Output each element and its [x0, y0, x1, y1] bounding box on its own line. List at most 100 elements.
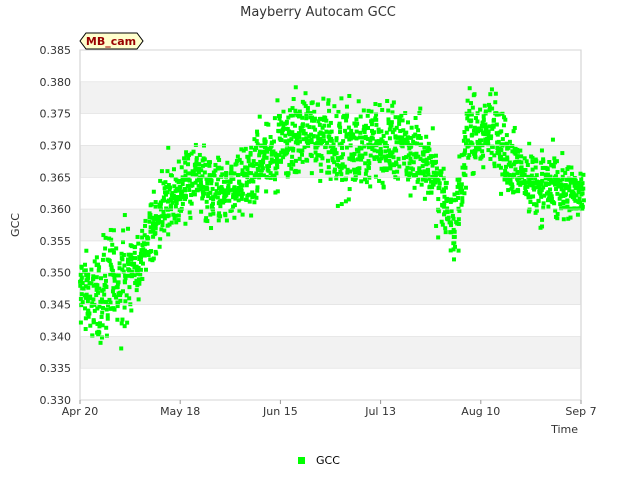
data-point [215, 195, 220, 200]
data-point [252, 200, 257, 205]
data-point [540, 224, 545, 229]
data-point [529, 154, 534, 159]
data-point [142, 242, 147, 247]
data-point [466, 155, 471, 160]
data-point [405, 165, 410, 170]
data-point [158, 237, 163, 242]
data-point [114, 285, 119, 290]
data-point [110, 242, 115, 247]
data-point [318, 162, 323, 167]
data-point [91, 277, 96, 282]
data-point [461, 138, 466, 143]
data-point [105, 313, 110, 318]
y-tick-label: 0.355 [40, 235, 72, 248]
data-point [271, 139, 276, 144]
data-point [529, 194, 534, 199]
data-point [192, 192, 197, 197]
data-point [171, 193, 176, 198]
data-point [580, 191, 585, 196]
data-point [193, 142, 198, 147]
data-point [129, 308, 134, 313]
data-point [581, 172, 586, 177]
data-point [191, 149, 196, 154]
data-point [469, 133, 474, 138]
data-point [198, 181, 203, 186]
data-point [393, 146, 398, 151]
data-point [200, 174, 205, 179]
data-point [178, 184, 183, 189]
data-point [560, 151, 565, 156]
data-point [383, 149, 388, 154]
data-point [339, 96, 344, 101]
data-point [89, 267, 94, 272]
data-point [422, 174, 427, 179]
data-point [103, 246, 108, 251]
data-point [501, 123, 506, 128]
data-point [285, 174, 290, 179]
y-tick-label: 0.350 [40, 267, 72, 280]
y-tick-label: 0.370 [40, 139, 72, 152]
data-point [367, 142, 372, 147]
site-tag: MB_cam [79, 32, 144, 50]
data-point [357, 135, 362, 140]
data-point [333, 147, 338, 152]
data-point [363, 151, 368, 156]
data-point [200, 196, 205, 201]
data-point [359, 157, 364, 162]
data-point [142, 233, 147, 238]
data-point [122, 263, 127, 268]
data-point [83, 327, 88, 332]
x-tick-label: Jun 15 [262, 405, 298, 418]
legend-swatch-gcc [298, 457, 305, 464]
data-point [467, 86, 472, 91]
data-point [224, 218, 229, 223]
data-point [522, 156, 527, 161]
data-point [479, 138, 484, 143]
x-tick-label: Apr 20 [62, 405, 99, 418]
data-point [344, 118, 349, 123]
data-point [138, 267, 143, 272]
data-point [203, 218, 208, 223]
data-point [247, 199, 252, 204]
data-point [372, 148, 377, 153]
data-point [321, 132, 326, 137]
data-point [502, 152, 507, 157]
data-point [515, 171, 520, 176]
data-point [235, 191, 240, 196]
data-point [210, 186, 215, 191]
data-point [117, 293, 122, 298]
data-point [338, 130, 343, 135]
data-point [111, 228, 116, 233]
data-point [358, 130, 363, 135]
data-point [508, 179, 513, 184]
data-point [411, 160, 416, 165]
data-point [445, 206, 450, 211]
data-point [213, 162, 218, 167]
data-point [125, 320, 130, 325]
data-point [171, 167, 176, 172]
data-point [523, 167, 528, 172]
data-point [385, 98, 390, 103]
data-point [161, 209, 166, 214]
data-point [546, 204, 551, 209]
y-tick-label: 0.360 [40, 203, 72, 216]
data-point [497, 151, 502, 156]
data-point [293, 85, 298, 90]
data-point [162, 228, 167, 233]
data-point [128, 273, 133, 278]
data-point [347, 187, 352, 192]
data-point [443, 210, 448, 215]
data-point [402, 161, 407, 166]
x-tick-label: Jul 13 [364, 405, 396, 418]
data-point [169, 203, 174, 208]
data-point [239, 196, 244, 201]
data-point [136, 297, 141, 302]
data-point [197, 152, 202, 157]
data-point [565, 204, 570, 209]
data-point [339, 202, 344, 207]
data-point [397, 164, 402, 169]
data-point [334, 114, 339, 119]
grid-band [80, 81, 581, 114]
y-tick-label: 0.345 [40, 299, 72, 312]
data-point [565, 199, 570, 204]
